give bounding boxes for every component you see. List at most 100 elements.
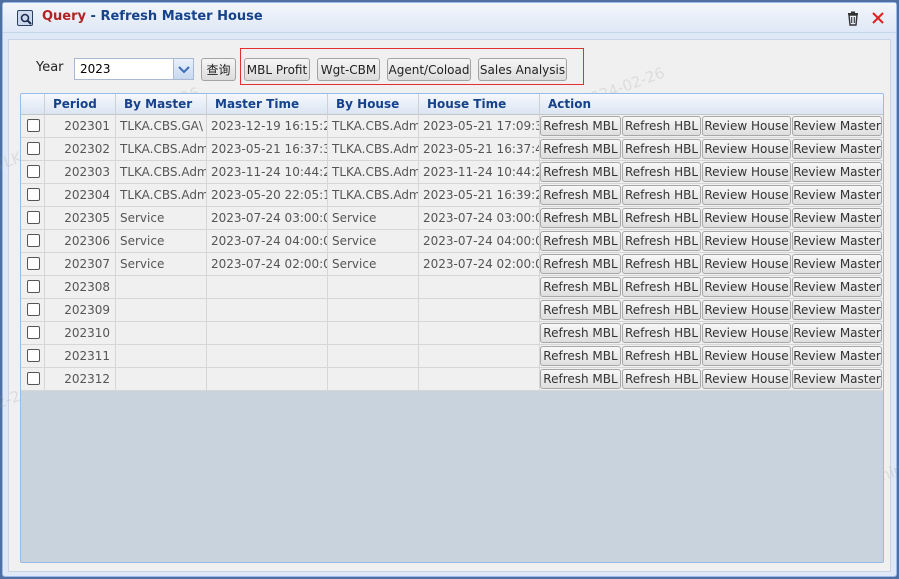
chevron-down-icon[interactable]	[173, 59, 193, 79]
wgt-cbm-button[interactable]: Wgt-CBM	[317, 58, 380, 81]
review-master-button[interactable]: Review Master	[792, 231, 882, 251]
row-checkbox[interactable]	[27, 257, 40, 270]
header-by-master[interactable]: By Master	[116, 94, 207, 115]
house-time-cell	[419, 299, 540, 321]
header-action[interactable]: Action	[540, 94, 883, 115]
review-master-button[interactable]: Review Master	[792, 162, 882, 182]
header-house-time[interactable]: House Time	[419, 94, 540, 115]
by-master-cell: Service	[116, 230, 207, 252]
review-house-button[interactable]: Review House	[702, 162, 791, 182]
row-checkbox[interactable]	[27, 142, 40, 155]
house-time-cell: 2023-11-24 10:44:28	[419, 161, 540, 183]
refresh-hbl-button[interactable]: Refresh HBL	[622, 162, 701, 182]
header-master-time[interactable]: Master Time	[207, 94, 328, 115]
refresh-mbl-button[interactable]: Refresh MBL	[540, 254, 621, 274]
review-master-button[interactable]: Review Master	[792, 369, 882, 389]
review-master-button[interactable]: Review Master	[792, 185, 882, 205]
refresh-hbl-button[interactable]: Refresh HBL	[622, 208, 701, 228]
review-house-button[interactable]: Review House	[702, 300, 791, 320]
review-house-button[interactable]: Review House	[702, 208, 791, 228]
review-house-button[interactable]: Review House	[702, 139, 791, 159]
refresh-mbl-button[interactable]: Refresh MBL	[540, 208, 621, 228]
review-master-button[interactable]: Review Master	[792, 139, 882, 159]
header-select-column[interactable]	[21, 94, 45, 115]
close-icon[interactable]	[869, 9, 887, 27]
review-master-button[interactable]: Review Master	[792, 300, 882, 320]
refresh-hbl-button[interactable]: Refresh HBL	[622, 346, 701, 366]
table-row[interactable]: 202308 Refresh MBL Refresh HBL Review House…	[21, 276, 883, 299]
refresh-hbl-button[interactable]: Refresh HBL	[622, 369, 701, 389]
sales-analysis-button[interactable]: Sales Analysis	[478, 58, 567, 81]
refresh-mbl-button[interactable]: Refresh MBL	[540, 346, 621, 366]
row-checkbox[interactable]	[27, 349, 40, 362]
trash-icon[interactable]	[844, 9, 862, 27]
refresh-mbl-button[interactable]: Refresh MBL	[540, 139, 621, 159]
refresh-mbl-button[interactable]: Refresh MBL	[540, 369, 621, 389]
review-house-button[interactable]: Review House	[702, 323, 791, 343]
row-checkbox[interactable]	[27, 280, 40, 293]
row-checkbox[interactable]	[27, 188, 40, 201]
refresh-hbl-button[interactable]: Refresh HBL	[622, 254, 701, 274]
agent-coload-button[interactable]: Agent/Coload	[387, 58, 471, 81]
refresh-hbl-button[interactable]: Refresh HBL	[622, 116, 701, 136]
review-house-button[interactable]: Review House	[702, 346, 791, 366]
period-cell: 202309	[45, 299, 116, 321]
year-input[interactable]	[75, 59, 171, 79]
table-row[interactable]: 202311 Refresh MBL Refresh HBL Review House…	[21, 345, 883, 368]
house-time-cell: 2023-05-21 16:37:46	[419, 138, 540, 160]
table-row[interactable]: 202306 Service 2023-07-24 04:00:00 Service 2…	[21, 230, 883, 253]
review-house-button[interactable]: Review House	[702, 369, 791, 389]
action-cell: Refresh MBL Refresh HBL Review House Review…	[540, 299, 883, 321]
review-master-button[interactable]: Review Master	[792, 277, 882, 297]
by-house-cell: TLKA.CBS.Adm	[328, 184, 419, 206]
row-checkbox[interactable]	[27, 326, 40, 339]
refresh-hbl-button[interactable]: Refresh HBL	[622, 323, 701, 343]
year-select[interactable]	[74, 58, 194, 80]
refresh-hbl-button[interactable]: Refresh HBL	[622, 277, 701, 297]
refresh-hbl-button[interactable]: Refresh HBL	[622, 231, 701, 251]
action-cell: Refresh MBL Refresh HBL Review House Review…	[540, 230, 883, 252]
review-house-button[interactable]: Review House	[702, 231, 791, 251]
row-select-cell	[21, 322, 45, 344]
row-checkbox[interactable]	[27, 165, 40, 178]
row-checkbox[interactable]	[27, 234, 40, 247]
refresh-mbl-button[interactable]: Refresh MBL	[540, 323, 621, 343]
review-house-button[interactable]: Review House	[702, 185, 791, 205]
refresh-mbl-button[interactable]: Refresh MBL	[540, 277, 621, 297]
refresh-mbl-button[interactable]: Refresh MBL	[540, 231, 621, 251]
table-row[interactable]: 202303 TLKA.CBS.Adm 2023-11-24 10:44:25 TLK…	[21, 161, 883, 184]
refresh-mbl-button[interactable]: Refresh MBL	[540, 185, 621, 205]
row-checkbox[interactable]	[27, 303, 40, 316]
table-row[interactable]: 202304 TLKA.CBS.Adm 2023-05-20 22:05:17 TLK…	[21, 184, 883, 207]
table-row[interactable]: 202309 Refresh MBL Refresh HBL Review House…	[21, 299, 883, 322]
review-house-button[interactable]: Review House	[702, 277, 791, 297]
refresh-mbl-button[interactable]: Refresh MBL	[540, 300, 621, 320]
refresh-hbl-button[interactable]: Refresh HBL	[622, 139, 701, 159]
review-master-button[interactable]: Review Master	[792, 116, 882, 136]
review-house-button[interactable]: Review House	[702, 116, 791, 136]
table-row[interactable]: 202310 Refresh MBL Refresh HBL Review House…	[21, 322, 883, 345]
row-checkbox[interactable]	[27, 119, 40, 132]
mbl-profit-button[interactable]: MBL Profit	[244, 58, 310, 81]
row-checkbox[interactable]	[27, 372, 40, 385]
review-master-button[interactable]: Review Master	[792, 323, 882, 343]
table-row[interactable]: 202302 TLKA.CBS.Adm 2023-05-21 16:37:34 TLK…	[21, 138, 883, 161]
review-master-button[interactable]: Review Master	[792, 346, 882, 366]
query-button[interactable]: 查询	[201, 58, 236, 81]
period-cell: 202308	[45, 276, 116, 298]
table-row[interactable]: 202312 Refresh MBL Refresh HBL Review House…	[21, 368, 883, 391]
table-row[interactable]: 202301 TLKA.CBS.GA\ 2023-12-19 16:15:23 TLK…	[21, 115, 883, 138]
table-row[interactable]: 202307 Service 2023-07-24 02:00:00 Service 2…	[21, 253, 883, 276]
period-cell: 202311	[45, 345, 116, 367]
refresh-mbl-button[interactable]: Refresh MBL	[540, 116, 621, 136]
refresh-hbl-button[interactable]: Refresh HBL	[622, 185, 701, 205]
review-master-button[interactable]: Review Master	[792, 254, 882, 274]
review-master-button[interactable]: Review Master	[792, 208, 882, 228]
refresh-mbl-button[interactable]: Refresh MBL	[540, 162, 621, 182]
table-row[interactable]: 202305 Service 2023-07-24 03:00:00 Service 2…	[21, 207, 883, 230]
review-house-button[interactable]: Review House	[702, 254, 791, 274]
row-checkbox[interactable]	[27, 211, 40, 224]
header-by-house[interactable]: By House	[328, 94, 419, 115]
refresh-hbl-button[interactable]: Refresh HBL	[622, 300, 701, 320]
header-period[interactable]: Period	[45, 94, 116, 115]
